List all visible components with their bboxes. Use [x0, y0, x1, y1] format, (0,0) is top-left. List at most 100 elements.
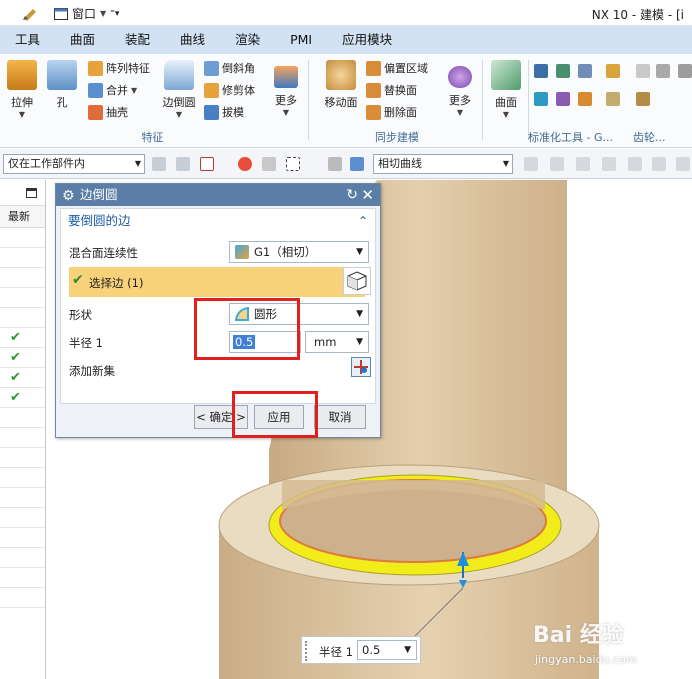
close-icon[interactable]: ✕: [361, 184, 374, 206]
edge-blend-dropdown-icon[interactable]: ▼: [157, 110, 201, 119]
trim-body-button[interactable]: 修剪体: [204, 80, 255, 100]
sync-more-button[interactable]: 更多 ▼: [440, 58, 480, 117]
gear-tool-icon-3[interactable]: [636, 92, 650, 106]
curve-tool-icon-7[interactable]: [676, 157, 690, 171]
navigator-row[interactable]: [0, 288, 45, 308]
filter-icon-2[interactable]: [176, 157, 190, 171]
body-icon[interactable]: [350, 157, 364, 171]
navigator-row[interactable]: ✔: [0, 348, 45, 368]
box-select-icon[interactable]: [286, 157, 300, 171]
replace-face-button[interactable]: 替换面: [366, 80, 417, 100]
draft-label: 拔模: [222, 106, 244, 119]
sync-more-dropdown-icon[interactable]: ▼: [440, 108, 480, 117]
gear-tool-icon-2[interactable]: [656, 64, 670, 78]
dialog-title-bar[interactable]: ⚙ 边倒圆 ↻ ✕: [56, 184, 380, 206]
window-menu-dropdown-icon[interactable]: ▼: [100, 9, 106, 18]
radius-screen-input[interactable]: 半径 1 0.5 ▼: [301, 636, 421, 664]
gear-tool-icon-4[interactable]: [678, 64, 692, 78]
gear-tool-icon-1[interactable]: [636, 64, 650, 78]
menu-surface[interactable]: 曲面: [55, 26, 110, 54]
chamfer-button[interactable]: 倒斜角: [204, 58, 255, 78]
select-add-icon[interactable]: [200, 157, 214, 171]
standard-tool-icon-4[interactable]: [534, 92, 548, 106]
menu-application[interactable]: 应用模块: [327, 26, 407, 54]
curve-rule-combo[interactable]: 相切曲线 ▼: [373, 154, 513, 174]
filter-icon-1[interactable]: [152, 157, 166, 171]
navigator-row[interactable]: [0, 508, 45, 528]
curve-tool-icon-5[interactable]: [628, 157, 642, 171]
standard-tool-icon-1[interactable]: [534, 64, 548, 78]
curve-tool-icon-6[interactable]: [652, 157, 666, 171]
window-menu[interactable]: 窗口: [72, 5, 96, 22]
section-header[interactable]: 要倒圆的边 ⌃: [61, 209, 375, 233]
radius-tag-field[interactable]: 0.5 ▼: [357, 640, 417, 660]
menu-pmi[interactable]: PMI: [275, 26, 327, 54]
snap-icon[interactable]: [238, 157, 252, 171]
navigator-row[interactable]: [0, 468, 45, 488]
blend-continuity-select[interactable]: G1（相切） ▼: [229, 241, 369, 263]
navigator-row[interactable]: [0, 428, 45, 448]
selection-scope-combo[interactable]: 仅在工作部件内 ▼: [3, 154, 145, 174]
navigator-row[interactable]: [0, 228, 45, 248]
move-face-button[interactable]: 移动面: [318, 58, 364, 110]
extrude-dropdown-icon[interactable]: ▼: [2, 110, 42, 119]
maximize-icon[interactable]: [26, 188, 37, 198]
edge-blend-button[interactable]: 边倒圆 ▼: [157, 58, 201, 119]
standard-tool-icon-2[interactable]: [556, 64, 570, 78]
radius-unit-select[interactable]: mm ▼: [305, 331, 369, 353]
unite-dropdown-icon[interactable]: ▼: [131, 86, 137, 95]
extrude-button[interactable]: 拉伸 ▼: [2, 58, 42, 119]
pick-icon[interactable]: [262, 157, 276, 171]
delete-face-button[interactable]: 删除面: [366, 102, 417, 122]
menu-tools[interactable]: 工具: [0, 26, 55, 54]
pattern-feature-button[interactable]: 阵列特征: [88, 58, 150, 78]
gear-icon[interactable]: ⚙: [62, 185, 75, 207]
standard-tool-icon-7[interactable]: [606, 64, 620, 78]
offset-region-button[interactable]: 偏置区域: [366, 58, 428, 78]
feature-more-dropdown-icon[interactable]: ▼: [266, 108, 306, 117]
navigator-row[interactable]: [0, 268, 45, 288]
standard-tool-icon-6[interactable]: [578, 92, 592, 106]
navigator-row[interactable]: [0, 248, 45, 268]
navigator-row[interactable]: [0, 408, 45, 428]
curve-tool-icon-4[interactable]: [602, 157, 616, 171]
standard-tool-icon-3[interactable]: [578, 64, 592, 78]
feature-more-button[interactable]: 更多 ▼: [266, 58, 306, 117]
curve-tool-icon-2[interactable]: [550, 157, 564, 171]
select-edge-button[interactable]: [343, 267, 371, 295]
draft-button[interactable]: 拔模: [204, 102, 244, 122]
navigator-row[interactable]: ✔: [0, 388, 45, 408]
standard-tool-icon-5[interactable]: [556, 92, 570, 106]
curve-tool-icon-3[interactable]: [576, 157, 590, 171]
collapse-icon[interactable]: ⌃: [358, 209, 368, 233]
navigator-column-latest[interactable]: 最新: [0, 206, 45, 228]
edit-icon[interactable]: [22, 7, 38, 21]
navigator-row[interactable]: ✔: [0, 368, 45, 388]
navigator-row[interactable]: [0, 308, 45, 328]
reset-icon[interactable]: ↻: [346, 184, 358, 206]
menu-render[interactable]: 渲染: [220, 26, 275, 54]
navigator-row[interactable]: [0, 448, 45, 468]
curve-tool-icon-1[interactable]: [524, 157, 538, 171]
menu-assembly[interactable]: 装配: [110, 26, 165, 54]
navigator-row[interactable]: [0, 588, 45, 608]
navigator-row[interactable]: [0, 548, 45, 568]
surface-button[interactable]: 曲面 ▼: [486, 58, 526, 119]
shell-button[interactable]: 抽壳: [88, 102, 128, 122]
menu-curve[interactable]: 曲线: [165, 26, 220, 54]
navigator-row[interactable]: [0, 568, 45, 588]
select-edge-row[interactable]: ✔ 选择边 (1): [69, 267, 365, 297]
hole-button[interactable]: 孔: [42, 58, 82, 110]
navigator-row[interactable]: [0, 488, 45, 508]
solid-icon[interactable]: [328, 157, 342, 171]
drag-handle[interactable]: [305, 641, 309, 661]
surface-dropdown-icon[interactable]: ▼: [486, 110, 526, 119]
navigator-row[interactable]: ✔: [0, 328, 45, 348]
window-icon[interactable]: [54, 7, 68, 20]
unite-button[interactable]: 合并 ▼: [88, 80, 137, 100]
navigator-row[interactable]: [0, 528, 45, 548]
add-new-set-button[interactable]: [351, 357, 371, 377]
cancel-button[interactable]: 取消: [314, 405, 366, 429]
standard-tool-icon-8[interactable]: [606, 92, 620, 106]
customize-dropdown-icon[interactable]: ⁼▾: [110, 9, 119, 19]
